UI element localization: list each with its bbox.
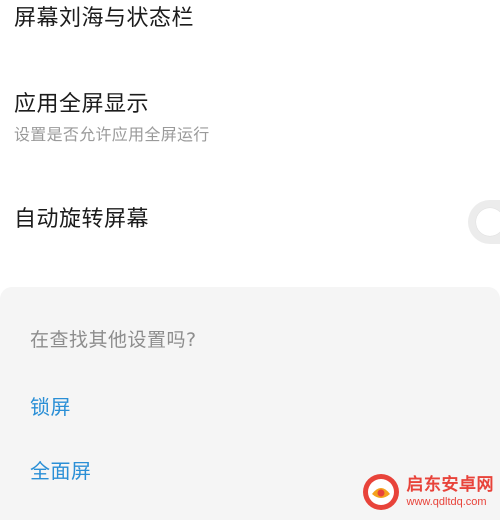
auto-rotate-toggle[interactable] bbox=[468, 200, 500, 244]
setting-subtitle: 设置是否允许应用全屏运行 bbox=[14, 125, 210, 144]
setting-item-auto-rotate[interactable]: 自动旋转屏幕 bbox=[14, 205, 500, 235]
toggle-knob bbox=[476, 208, 500, 236]
settings-screen: 屏幕刘海与状态栏 应用全屏显示 设置是否允许应用全屏运行 自动旋转屏幕 在查找其… bbox=[0, 0, 500, 520]
watermark-url: www.qdltdq.com bbox=[406, 495, 487, 508]
setting-title: 应用全屏显示 bbox=[14, 92, 150, 117]
setting-item-notch-status-bar[interactable]: 屏幕刘海与状态栏 bbox=[14, 4, 500, 34]
watermark-logo-icon bbox=[362, 474, 399, 510]
setting-title: 自动旋转屏幕 bbox=[14, 207, 150, 232]
setting-title: 屏幕刘海与状态栏 bbox=[14, 6, 195, 31]
watermark: 启东安卓网 www.qdltdq.com bbox=[361, 472, 495, 512]
watermark-text: 启东安卓网 www.qdltdq.com bbox=[406, 474, 495, 508]
suggestion-link-lockscreen[interactable]: 锁屏 bbox=[30, 393, 71, 421]
suggestions-heading: 在查找其他设置吗? bbox=[30, 329, 197, 351]
setting-item-fullscreen-apps[interactable]: 应用全屏显示 设置是否允许应用全屏运行 bbox=[14, 90, 500, 146]
suggestion-link-fullscreen[interactable]: 全面屏 bbox=[30, 457, 92, 485]
watermark-name: 启东安卓网 bbox=[406, 474, 494, 495]
